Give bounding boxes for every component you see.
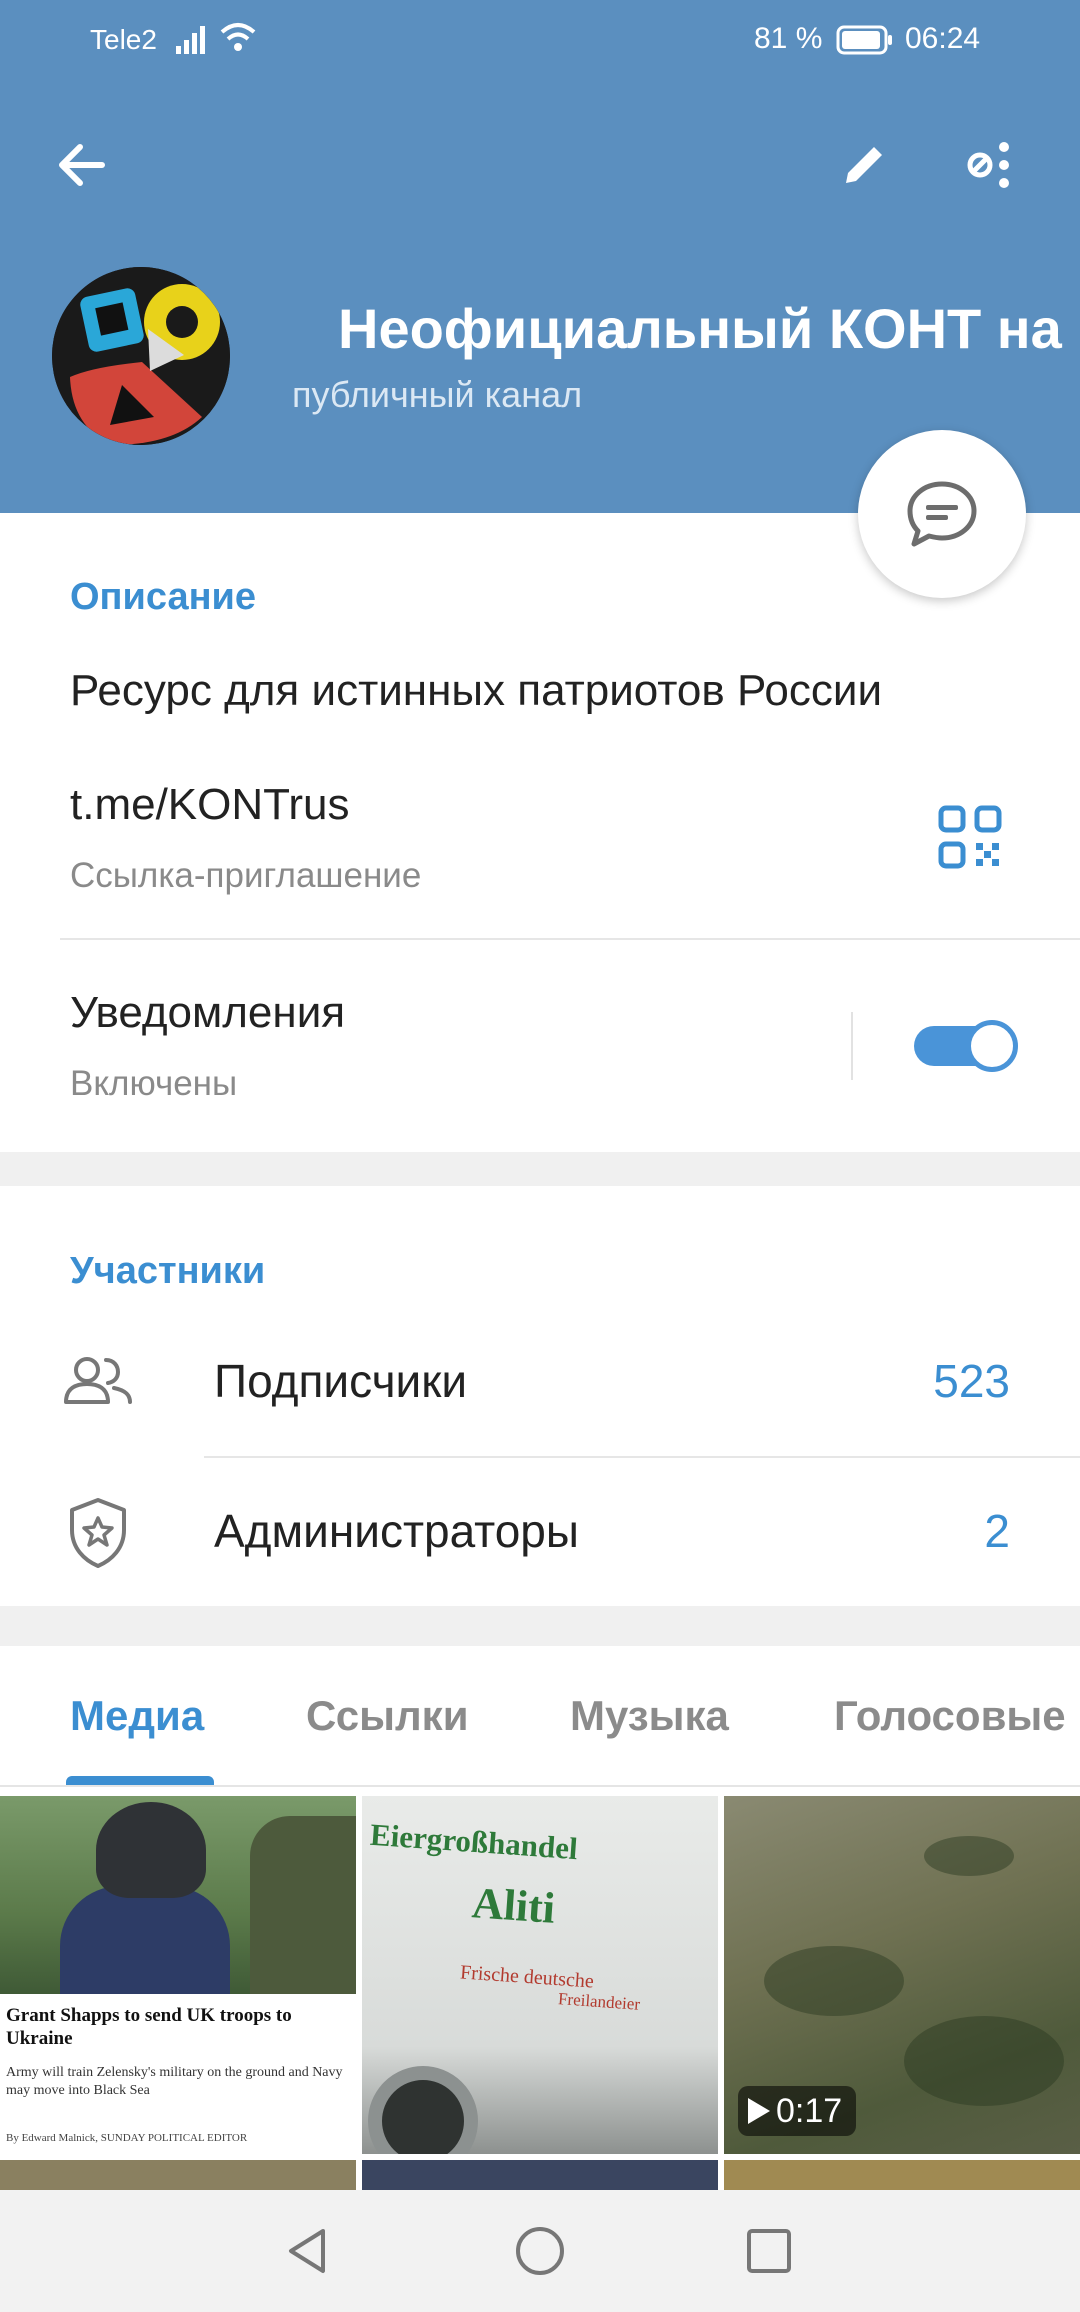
section-gap [0, 1152, 1080, 1186]
channel-logo [52, 267, 230, 445]
members-section-title: Участники [70, 1250, 266, 1292]
section-gap [0, 1606, 1080, 1646]
nav-home-button[interactable] [505, 2216, 575, 2286]
battery-percent: 81 % [754, 22, 823, 55]
carrier-name: Tele2 [90, 24, 157, 55]
channel-title: Неофициальный КОНТ на [338, 297, 1062, 360]
qr-code-icon[interactable] [938, 805, 1002, 869]
video-duration-badge: 0:17 [738, 2086, 857, 2136]
tab-links[interactable]: Ссылки [306, 1692, 469, 1740]
wifi-icon [220, 23, 256, 51]
article-byline: By Edward Malnick, SUNDAY POLITICAL EDIT… [6, 2132, 248, 2144]
channel-description: Ресурс для истинных патриотов России [70, 666, 883, 715]
notifications-label: Уведомления [70, 988, 346, 1037]
administrators-label: Администраторы [214, 1505, 579, 1557]
divider [60, 938, 1080, 940]
people-icon [64, 1357, 132, 1404]
media-item-van[interactable]: Eiergroßhandel Aliti Frische deutsche Fr… [362, 1796, 718, 2154]
status-bar: Tele2 81 % 06:24 [0, 0, 1080, 84]
nav-back-button[interactable] [272, 2216, 342, 2286]
triangle-back-icon [289, 2229, 325, 2273]
media-item[interactable] [724, 2160, 1080, 2190]
more-vertical-icon [967, 142, 1009, 188]
battery-icon [836, 25, 892, 55]
status-time: 06:24 [905, 22, 981, 55]
arrow-left-icon [59, 144, 105, 186]
description-section-title: Описание [70, 576, 257, 618]
vertical-separator [851, 1012, 853, 1080]
media-item-article[interactable]: Grant Shapps to send UK troops to Ukrain… [0, 1796, 356, 2154]
invite-link-label: Ссылка-приглашение [70, 856, 422, 895]
notifications-toggle[interactable] [914, 1018, 1018, 1074]
video-duration: 0:17 [776, 2091, 843, 2130]
subscribers-count: 523 [933, 1355, 1010, 1407]
tab-media[interactable]: Медиа [70, 1692, 204, 1740]
toggle-knob [966, 1020, 1018, 1072]
van-sign-line2: Aliti [470, 1878, 557, 1933]
chat-bubble-icon [907, 481, 977, 547]
invite-link[interactable]: t.me/KONTrus [70, 780, 350, 830]
article-headline: Grant Shapps to send UK troops to Ukrain… [6, 2005, 292, 2049]
subscribers-label: Подписчики [214, 1355, 468, 1407]
article-photo [0, 1796, 356, 1994]
nav-recents-button[interactable] [734, 2216, 804, 2286]
notifications-state: Включены [70, 1064, 238, 1103]
channel-avatar[interactable] [52, 267, 230, 445]
system-navigation-bar [0, 2190, 1080, 2312]
signal-icon [176, 26, 205, 54]
shield-star-icon [70, 1498, 126, 1568]
back-button[interactable] [42, 125, 122, 205]
message-button[interactable] [858, 430, 1026, 598]
more-options-button[interactable] [950, 125, 1030, 205]
tabs-divider [0, 1785, 1080, 1787]
media-item-video[interactable]: 0:17 [724, 1796, 1080, 2154]
play-icon [748, 2098, 770, 2124]
pencil-icon [846, 147, 882, 183]
channel-type: публичный канал [292, 374, 583, 415]
tab-voice[interactable]: Голосовые [834, 1692, 1066, 1740]
square-recents-icon [747, 2229, 791, 2273]
media-item[interactable] [0, 2160, 356, 2190]
circle-home-icon [516, 2227, 564, 2275]
administrators-count: 2 [984, 1505, 1010, 1557]
edit-button[interactable] [824, 125, 904, 205]
article-lede: Army will train Zelensky's military on t… [6, 2065, 343, 2098]
divider [204, 1456, 1080, 1458]
tab-music[interactable]: Музыка [570, 1692, 729, 1740]
media-item[interactable] [362, 2160, 718, 2190]
